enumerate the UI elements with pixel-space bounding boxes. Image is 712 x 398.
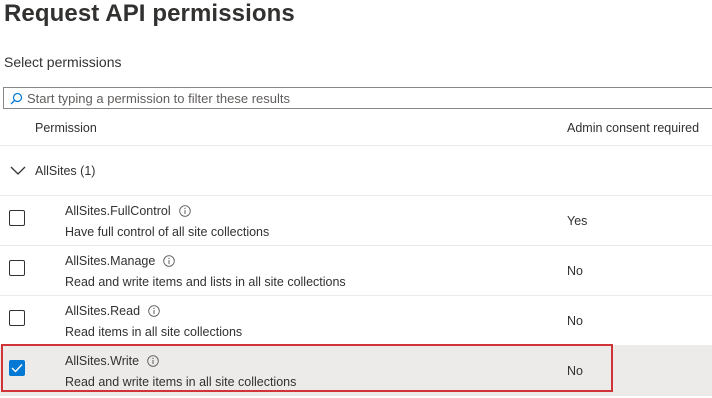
permission-checkbox[interactable] bbox=[9, 360, 25, 376]
table-row[interactable]: AllSites.Read Read items in all site col… bbox=[0, 296, 712, 346]
permission-checkbox[interactable] bbox=[9, 310, 25, 326]
table-row[interactable]: AllSites.FullControl Have full control o… bbox=[0, 196, 712, 246]
checkmark-icon bbox=[11, 364, 23, 373]
search-box[interactable] bbox=[3, 87, 712, 109]
search-icon bbox=[10, 92, 23, 104]
admin-consent-value: No bbox=[567, 364, 583, 378]
permission-description: Read items in all site collections bbox=[65, 325, 243, 339]
column-header-permission[interactable]: Permission bbox=[35, 121, 97, 135]
permission-name: AllSites.Read bbox=[65, 304, 141, 318]
permission-description: Read and write items in all site collect… bbox=[65, 375, 297, 389]
info-icon[interactable] bbox=[148, 305, 160, 317]
permission-checkbox[interactable] bbox=[9, 210, 25, 226]
chevron-down-icon[interactable] bbox=[10, 166, 26, 176]
table-row[interactable]: AllSites.Write Read and write items in a… bbox=[0, 346, 712, 396]
section-label: Select permissions bbox=[4, 54, 122, 70]
permission-description: Read and write items and lists in all si… bbox=[65, 275, 346, 289]
group-label: AllSites (1) bbox=[35, 164, 96, 178]
permission-name: AllSites.FullControl bbox=[65, 204, 171, 218]
admin-consent-value: No bbox=[567, 314, 583, 328]
group-header-allsites[interactable]: AllSites (1) bbox=[0, 146, 712, 196]
search-input[interactable] bbox=[27, 89, 712, 107]
permission-description: Have full control of all site collection… bbox=[65, 225, 270, 239]
permission-name: AllSites.Write bbox=[65, 354, 140, 368]
admin-consent-value: No bbox=[567, 264, 583, 278]
permission-checkbox[interactable] bbox=[9, 260, 25, 276]
table-header: Permission Admin consent required bbox=[0, 112, 712, 146]
admin-consent-value: Yes bbox=[567, 214, 588, 228]
table-row[interactable]: AllSites.Manage Read and write items and… bbox=[0, 246, 712, 296]
page-title: Request API permissions bbox=[4, 0, 295, 27]
permission-name: AllSites.Manage bbox=[65, 254, 156, 268]
info-icon[interactable] bbox=[163, 255, 176, 267]
column-header-admin-consent[interactable]: Admin consent required bbox=[567, 121, 699, 135]
info-icon[interactable] bbox=[147, 355, 159, 367]
info-icon[interactable] bbox=[178, 205, 191, 217]
